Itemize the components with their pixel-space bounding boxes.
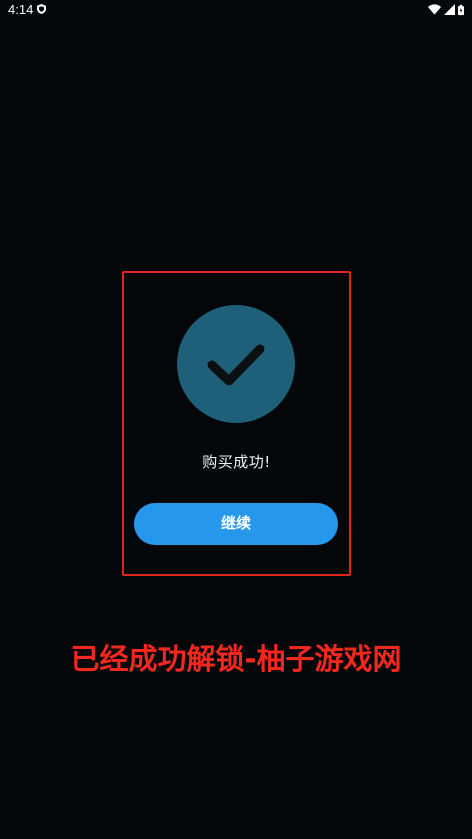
- status-icons: [428, 3, 464, 16]
- success-badge: [177, 305, 295, 423]
- checkmark-icon: [207, 344, 265, 386]
- status-time: 4:14: [8, 2, 34, 17]
- signal-icon: [444, 4, 455, 15]
- success-message: 购买成功!: [202, 453, 271, 471]
- continue-button[interactable]: 继续: [134, 503, 338, 545]
- status-bar: 4:14: [0, 0, 472, 20]
- screen: 4:14 购买成功! 继续 已经成功解锁-柚子游戏网: [0, 0, 472, 839]
- unlock-caption: 已经成功解锁-柚子游戏网: [70, 642, 402, 676]
- wifi-icon: [428, 4, 441, 15]
- shield-icon: [37, 4, 46, 14]
- battery-icon: [458, 4, 464, 15]
